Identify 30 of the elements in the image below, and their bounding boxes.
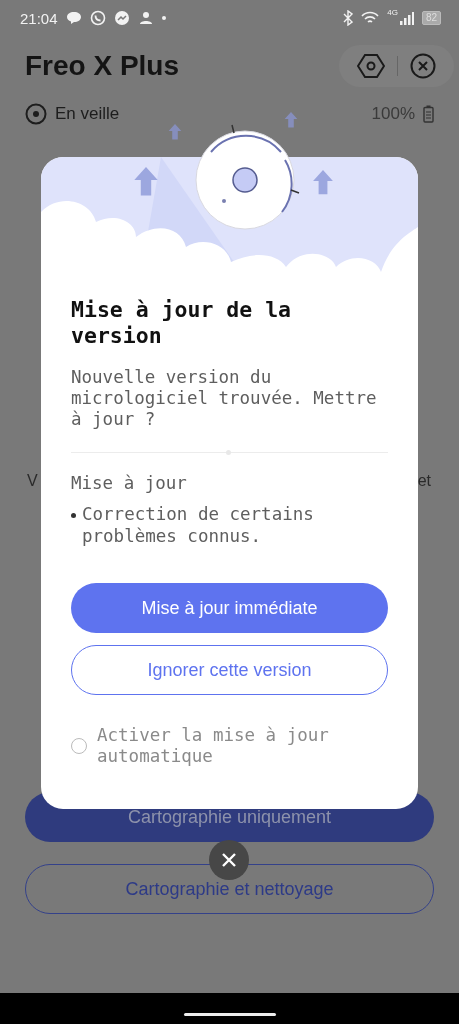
- messenger-icon: [113, 10, 130, 26]
- auto-update-label: Activer la mise à jour automatique: [97, 725, 330, 767]
- background-text: V: [27, 472, 38, 490]
- close-icon[interactable]: [410, 53, 436, 79]
- device-title: Freo X Plus: [25, 50, 181, 82]
- background-text: et: [417, 472, 431, 490]
- wifi-icon: [361, 11, 380, 25]
- signal-icon: [399, 11, 414, 25]
- settings-icon[interactable]: [357, 53, 385, 79]
- close-button[interactable]: [209, 840, 249, 880]
- section-title: Mise à jour: [71, 473, 188, 493]
- home-indicator[interactable]: [183, 1013, 276, 1016]
- dialog-message: Nouvelle version du micrologiciel trouvée. Mettre à jour ?: [71, 367, 378, 430]
- status-time: 21:04: [20, 9, 58, 27]
- close-icon: [221, 852, 237, 868]
- phone-bubble-icon: [89, 10, 106, 26]
- robot-icon: [25, 103, 47, 125]
- dialog-title: Mise à jour de la version: [71, 297, 293, 349]
- update-now-button[interactable]: Mise à jour immédiate: [71, 583, 388, 633]
- release-note: Correction de certains problèmes connus.: [82, 503, 315, 547]
- battery-percentage: 100%: [371, 104, 415, 124]
- dot-icon: [161, 16, 166, 20]
- network-label: 4G: [387, 8, 398, 17]
- robot-status: En veille: [55, 104, 120, 124]
- bluetooth-icon: [343, 10, 354, 26]
- ignore-version-button[interactable]: Ignorer cette version: [71, 645, 388, 695]
- chat-icon: [65, 11, 82, 25]
- person-icon: [137, 11, 154, 25]
- battery-icon: [423, 105, 434, 123]
- bullet-icon: [71, 513, 76, 518]
